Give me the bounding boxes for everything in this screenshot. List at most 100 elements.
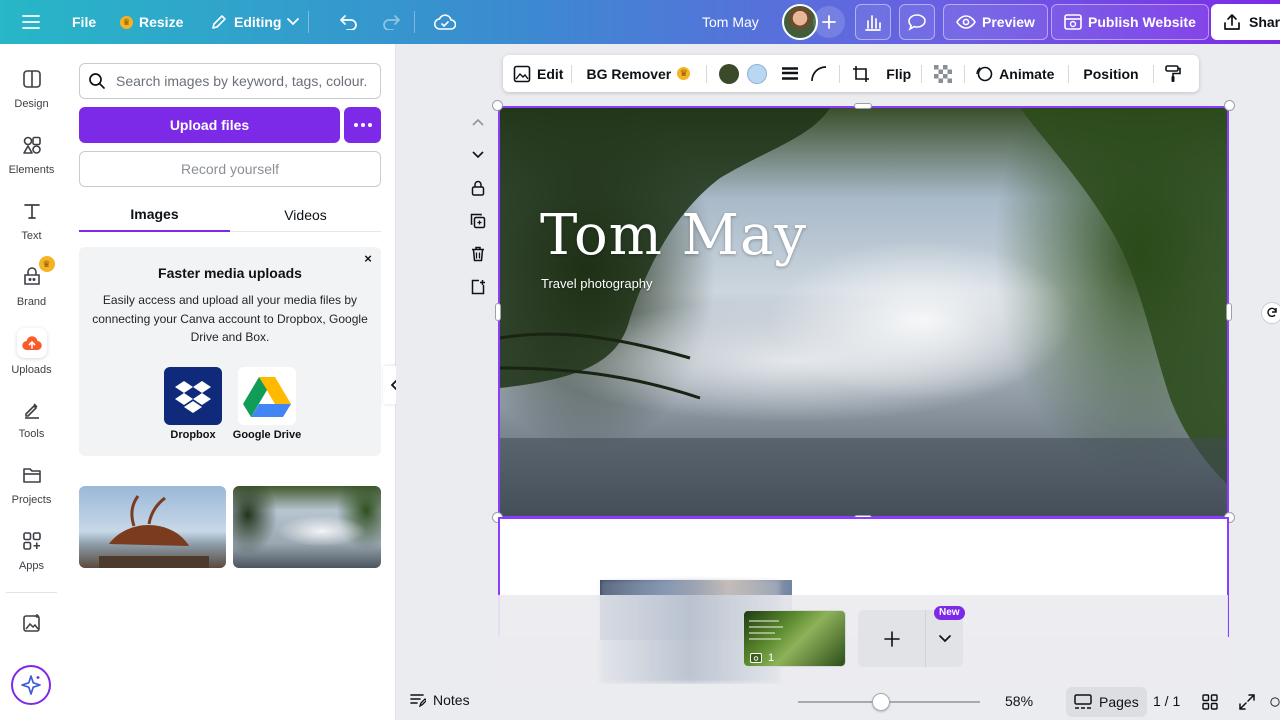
page-thumbnail-1[interactable]: 1 [743, 610, 846, 667]
notes-icon [410, 694, 426, 707]
tab-videos[interactable]: Videos [230, 198, 381, 232]
flip-label: Flip [886, 65, 912, 82]
text-icon [23, 204, 40, 219]
edit-image-button[interactable]: Edit [503, 55, 571, 92]
close-promo-button[interactable]: × [361, 252, 375, 266]
google-drive-connect[interactable]: Google Drive [227, 367, 307, 441]
undo-button[interactable] [331, 4, 367, 40]
lock-page-button[interactable] [468, 178, 488, 198]
search-input[interactable] [116, 73, 366, 89]
rail-item-magic-media[interactable] [0, 610, 63, 636]
more-upload-options-button[interactable] [344, 107, 381, 143]
promo-body: Easily access and upload all your media … [92, 293, 368, 344]
animate-button[interactable]: Animate [965, 55, 1062, 92]
share-button[interactable]: Share [1211, 4, 1280, 40]
plus-icon [822, 15, 836, 29]
rail-item-tools[interactable]: Tools [0, 388, 63, 448]
image-sparkle-icon [22, 614, 40, 632]
search-box[interactable] [79, 63, 381, 99]
editing-mode-dropdown[interactable]: Editing [200, 4, 309, 40]
magic-assistant-button[interactable] [11, 665, 51, 705]
upload-files-button[interactable]: Upload files [79, 107, 340, 143]
tab-videos-label: Videos [284, 207, 327, 223]
menu-button[interactable] [13, 4, 49, 40]
pages-button[interactable]: Pages [1066, 687, 1147, 717]
bottom-bar: Notes 58% Pages 1 / 1 [396, 684, 1280, 720]
redo-button[interactable] [373, 4, 409, 40]
left-rail: Design Elements Text ♛ Brand Uploads Too… [0, 44, 63, 720]
resize-handle-right[interactable] [1226, 303, 1232, 321]
crop-button[interactable] [840, 55, 876, 92]
delete-page-button[interactable] [468, 244, 488, 264]
border-style-button[interactable] [771, 55, 805, 92]
design-title[interactable]: Tom May [692, 4, 769, 40]
record-yourself-button[interactable]: Record yourself [79, 151, 381, 187]
page-thumbnail-text-lines [749, 620, 783, 640]
file-label: File [72, 14, 97, 30]
chevron-down-icon [938, 634, 951, 642]
resize-button[interactable]: ♛ Resize [110, 4, 193, 40]
rotate-button[interactable] [1261, 302, 1280, 324]
toolbar-divider [706, 64, 708, 83]
duplicate-page-button[interactable] [468, 211, 488, 231]
page-strip: 1 New [492, 580, 1228, 683]
resize-handle-left[interactable] [495, 303, 501, 321]
dropbox-logo [164, 367, 222, 425]
color-swatch-dark-green[interactable] [719, 63, 740, 84]
uploaded-image-lake[interactable] [233, 486, 381, 568]
notes-button[interactable]: Notes [410, 692, 470, 708]
rail-item-brand[interactable]: ♛ Brand [0, 256, 63, 316]
help-button[interactable] [1270, 693, 1280, 711]
grid-icon [1202, 694, 1218, 710]
rail-item-projects[interactable]: Projects [0, 454, 63, 514]
move-page-up-button[interactable] [468, 112, 488, 132]
media-uploads-promo: × Faster media uploads Easily access and… [79, 247, 381, 456]
color-swatch-light-blue[interactable] [747, 63, 768, 84]
add-page-button[interactable] [858, 610, 926, 667]
copy-style-button[interactable] [1154, 55, 1192, 92]
resize-handle-top-right[interactable] [1224, 100, 1235, 111]
preview-button[interactable]: Preview [943, 4, 1048, 40]
undo-icon [340, 15, 357, 30]
rail-item-uploads[interactable]: Uploads [0, 322, 63, 382]
position-button[interactable]: Position [1069, 55, 1152, 92]
flip-button[interactable]: Flip [876, 55, 921, 92]
rail-item-elements[interactable]: Elements [0, 124, 63, 184]
google-drive-logo [238, 367, 296, 425]
rail-label-uploads: Uploads [11, 364, 52, 376]
resize-handle-top[interactable] [854, 103, 872, 109]
page-title[interactable]: Tom May [540, 203, 807, 268]
canvas-area: Edit BG Remover ♛ Flip Animate Position … [396, 44, 1280, 684]
grid-view-button[interactable] [1201, 693, 1219, 711]
file-menu[interactable]: File [62, 4, 106, 40]
rail-item-apps[interactable]: Apps [0, 520, 63, 580]
website-page-icon [750, 653, 762, 663]
rail-item-text[interactable]: Text [0, 190, 63, 250]
uploaded-image-lobster[interactable] [79, 486, 226, 568]
fullscreen-button[interactable] [1238, 693, 1256, 711]
zoom-slider-handle[interactable] [872, 693, 890, 711]
edit-label: Edit [537, 65, 564, 82]
page-subtitle[interactable]: Travel photography [541, 276, 653, 291]
publish-website-button[interactable]: Publish Website [1051, 4, 1209, 40]
move-page-down-button[interactable] [468, 145, 488, 165]
dropbox-connect[interactable]: Dropbox [153, 367, 233, 441]
zoom-level[interactable]: 58% [1005, 693, 1033, 709]
invite-button[interactable] [813, 6, 845, 38]
pencil-icon [212, 15, 226, 29]
resize-handle-top-left[interactable] [492, 100, 503, 111]
bg-remover-button[interactable]: BG Remover ♛ [572, 55, 698, 92]
corner-rounding-button[interactable] [805, 55, 839, 92]
add-page-side-button[interactable] [468, 277, 488, 297]
tab-images[interactable]: Images [79, 198, 230, 232]
insights-button[interactable] [855, 4, 891, 40]
position-label: Position [1083, 65, 1139, 82]
page-1-header-image[interactable]: Tom May Travel photography [498, 106, 1229, 518]
image-edit-icon [513, 65, 531, 82]
rail-item-design[interactable]: Design [0, 58, 63, 118]
chevron-down-icon [472, 151, 484, 159]
cloud-save-status[interactable] [427, 4, 463, 40]
comment-button[interactable] [899, 4, 935, 40]
transparency-button[interactable] [922, 55, 964, 92]
website-icon [1064, 14, 1082, 30]
